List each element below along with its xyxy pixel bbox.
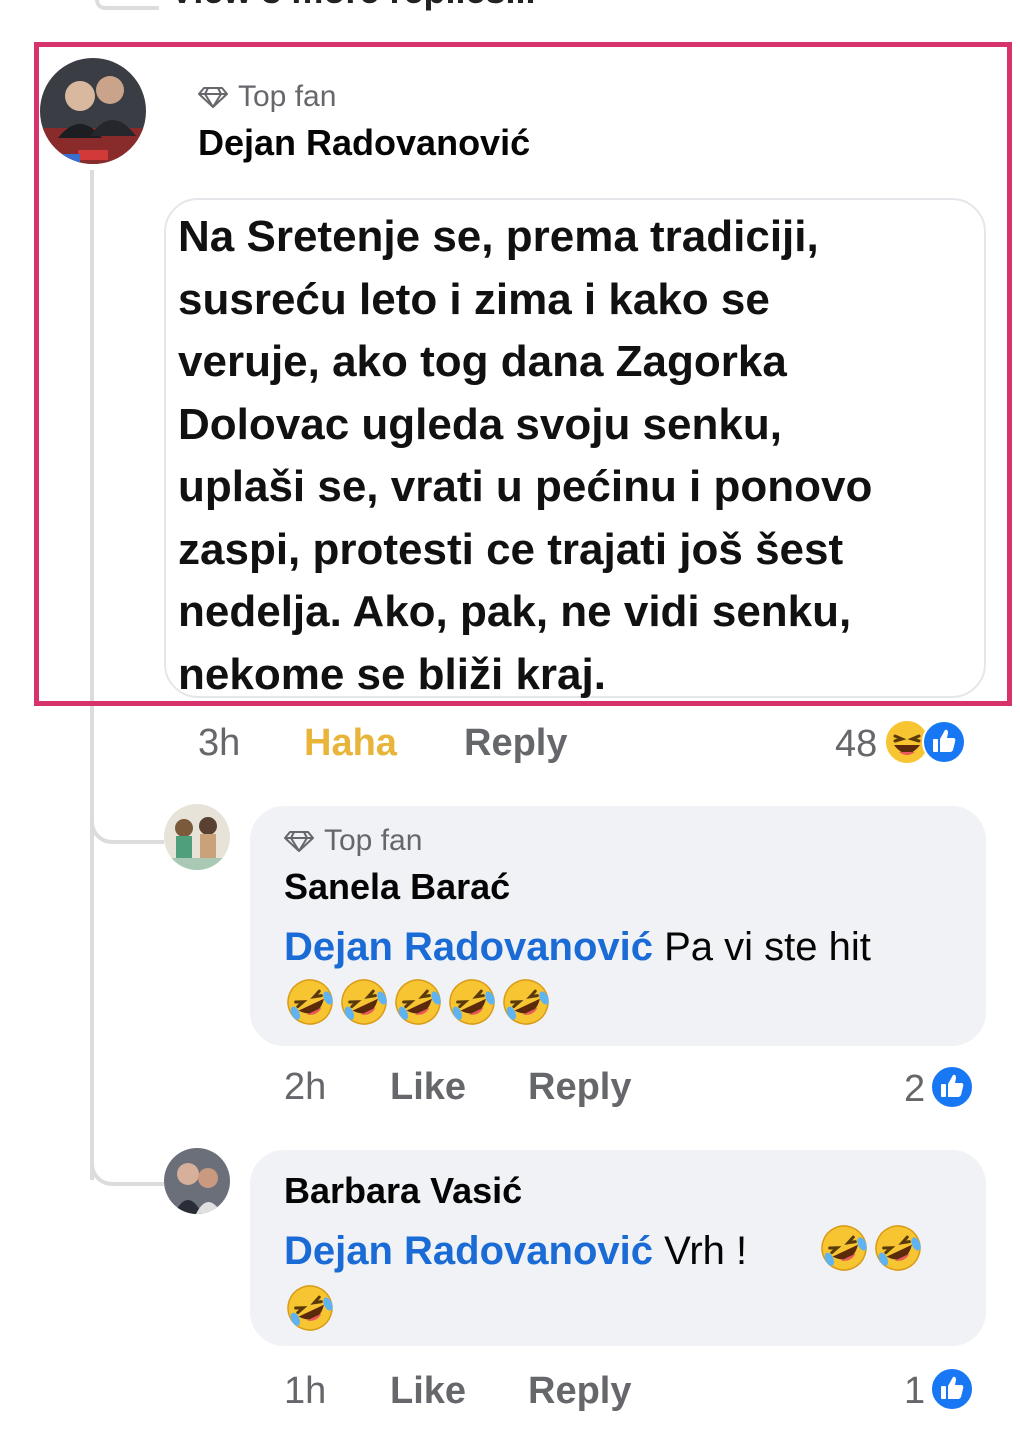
thread-branch-reply-2 [90, 1152, 164, 1186]
laughing-emoji-row [284, 1282, 336, 1339]
reply-time[interactable]: 2h [284, 1066, 390, 1109]
reply-author[interactable]: Barbara Vasić [284, 1170, 522, 1212]
reaction-count: 2 [904, 1068, 926, 1110]
rofl-emoji-icon [500, 976, 552, 1033]
like-icon [929, 1366, 975, 1417]
comment-time[interactable]: 3h [198, 722, 304, 765]
reply-body: Vrh ! [653, 1229, 748, 1273]
view-more-replies-link[interactable]: View 3 more replies... [170, 0, 536, 12]
laughing-emoji-row [284, 976, 552, 1033]
reply-author[interactable]: Sanela Barać [284, 866, 510, 908]
reaction-summary[interactable]: 48 [835, 718, 967, 771]
rofl-emoji-icon [284, 976, 336, 1033]
reply-body: Pa vi ste hit [653, 925, 871, 969]
avatar-barbara[interactable] [164, 1148, 230, 1214]
diamond-icon [284, 830, 314, 852]
avatar-sanela[interactable] [164, 804, 230, 870]
reply-actions: 1h Like Reply [284, 1370, 631, 1413]
reply-button[interactable]: Reply [464, 722, 567, 765]
reply-time[interactable]: 1h [284, 1370, 390, 1413]
top-fan-label: Top fan [324, 824, 423, 857]
reply-button[interactable]: Reply [528, 1370, 631, 1413]
thread-branch-reply-1 [90, 810, 164, 844]
reaction-count: 1 [904, 1370, 926, 1412]
top-fan-badge: Top fan [284, 824, 422, 858]
like-icon [921, 719, 967, 770]
comment-actions: 3h Haha Reply [198, 722, 567, 765]
rofl-emoji-icon [338, 976, 390, 1033]
like-button[interactable]: Like [390, 1370, 528, 1413]
laughing-emoji-row [818, 1222, 924, 1279]
like-button[interactable]: Like [390, 1066, 528, 1109]
reply-text: Dejan Radovanović Pa vi ste hit [284, 918, 974, 976]
reaction-summary[interactable]: 2 [904, 1064, 975, 1115]
like-icon [929, 1064, 975, 1115]
thread-connector [95, 0, 159, 10]
mention-link[interactable]: Dejan Radovanović [284, 1229, 653, 1273]
haha-reaction-button[interactable]: Haha [304, 722, 464, 765]
rofl-emoji-icon [392, 976, 444, 1033]
reply-button[interactable]: Reply [528, 1066, 631, 1109]
rofl-emoji-icon [446, 976, 498, 1033]
reply-actions: 2h Like Reply [284, 1066, 631, 1109]
rofl-emoji-icon [818, 1222, 870, 1279]
rofl-emoji-icon [284, 1282, 336, 1339]
reaction-count: 48 [835, 723, 878, 765]
highlight-frame [34, 42, 1012, 706]
mention-link[interactable]: Dejan Radovanović [284, 925, 653, 969]
rofl-emoji-icon [872, 1222, 924, 1279]
reaction-summary[interactable]: 1 [904, 1366, 975, 1417]
